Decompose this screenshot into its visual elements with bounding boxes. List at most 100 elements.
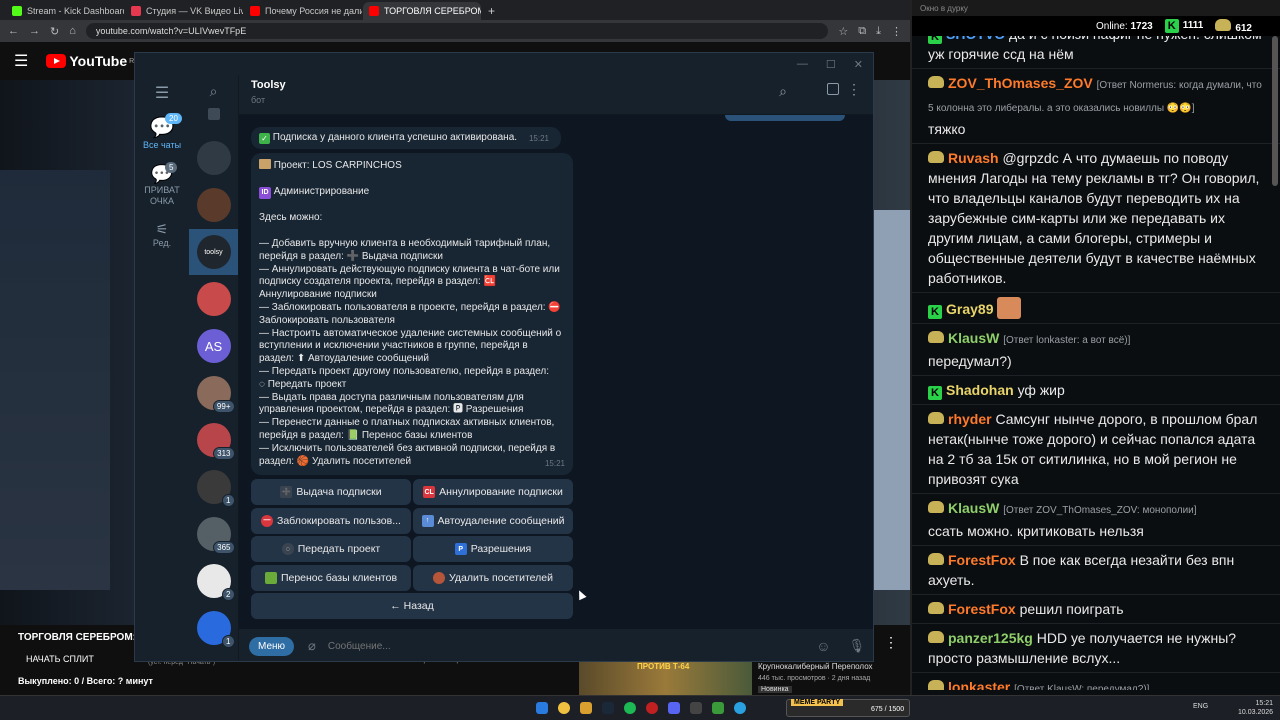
avatar: 365 — [196, 517, 235, 554]
chat-nickname[interactable]: Shadohan — [946, 382, 1014, 398]
app-icon[interactable] — [690, 702, 702, 714]
chat-nickname[interactable]: rhyder — [948, 411, 992, 427]
chat-list-item[interactable]: AS — [189, 323, 238, 369]
chat-nickname[interactable]: ForestFox — [948, 552, 1016, 568]
chat-nickname[interactable]: lonkaster — [948, 679, 1010, 690]
chat-nickname[interactable]: panzer125kg — [948, 630, 1033, 646]
paperclip-icon[interactable]: ⌀ — [308, 638, 316, 654]
discord-icon[interactable] — [668, 702, 680, 714]
chat-nickname[interactable]: KlausW — [948, 330, 999, 346]
inline-button-label: Удалить посетителей — [449, 571, 553, 584]
app-icon[interactable] — [712, 702, 724, 714]
home-icon[interactable]: ⌂ — [69, 25, 76, 37]
inline-button-p[interactable]: P Разрешения — [413, 536, 573, 562]
description-line: — Заблокировать пользователя в проекте, … — [259, 301, 561, 313]
chat-list-item[interactable] — [189, 135, 238, 181]
avatar: 2 — [196, 564, 235, 601]
folder-edit[interactable]: ⚟ Ред. — [135, 221, 189, 248]
chat-list-item[interactable]: 313 — [189, 417, 238, 463]
spotify-icon[interactable] — [624, 702, 636, 714]
app-icon[interactable] — [646, 702, 658, 714]
more-options-icon[interactable]: ⋮ — [884, 634, 898, 651]
close-icon[interactable]: ✕ — [854, 58, 863, 71]
chat-list-item[interactable] — [189, 182, 238, 228]
star-icon[interactable]: ☆ — [838, 25, 848, 38]
download-icon[interactable]: ⤓ — [876, 25, 881, 38]
chat-list-item[interactable]: 99+ — [189, 370, 238, 416]
chat-scrollbar[interactable] — [1272, 36, 1278, 186]
thumbnail-text: ПРОТИВ Т-64 — [637, 662, 690, 671]
inline-button-ball[interactable]: Удалить посетителей — [413, 564, 573, 591]
new-tab-icon[interactable]: + — [482, 4, 501, 20]
chat-list-item[interactable]: toolsy — [189, 229, 238, 275]
check-icon: ✓ — [259, 133, 270, 144]
inline-button-plus[interactable]: ➕ Выдача подписки — [251, 479, 411, 505]
folder-all-chats[interactable]: 💬 20 Все чаты — [135, 113, 189, 150]
menu-dots-icon[interactable]: ⋮ — [891, 25, 902, 38]
browser-tab-youtube-1[interactable]: Почему Россия не дали купи ✕ — [244, 2, 362, 20]
minimize-icon[interactable]: — — [797, 58, 808, 70]
online-stat: Online: 1723 — [1096, 21, 1153, 32]
chat-list-item[interactable]: 2 — [189, 558, 238, 604]
back-button[interactable]: ← Назад — [251, 593, 573, 619]
inline-button-book[interactable]: Перенос базы клиентов — [251, 564, 411, 591]
steam-icon[interactable] — [602, 702, 614, 714]
chat-list-item[interactable]: 1 — [189, 464, 238, 510]
chat-nickname[interactable]: Ruvash — [948, 150, 999, 166]
search-icon[interactable]: ⌕ — [189, 75, 238, 100]
description-line: Заблокировать пользователя — [259, 314, 395, 326]
explorer-icon[interactable] — [580, 702, 592, 714]
chat-title[interactable]: Toolsy — [251, 79, 286, 91]
folder-private[interactable]: 💬 5 ПРИВАТ ОЧКА — [135, 162, 189, 207]
back-arrow-icon[interactable]: ← — [8, 25, 19, 37]
start-split-button[interactable]: НАЧАТЬ СПЛИТ — [26, 654, 94, 664]
inline-button-no-entry[interactable]: — Заблокировать пользов... — [251, 507, 411, 534]
clock[interactable]: 15:21 10.03.2026 — [1238, 699, 1273, 717]
youtube-logo[interactable]: YouTube RU — [46, 53, 139, 69]
chrome-icon[interactable] — [558, 702, 570, 714]
inline-button-up-arrow[interactable]: ↑ Автоудаление сообщений — [413, 507, 573, 534]
chat-message: ForestFox В пое как всегда незайти без в… — [912, 546, 1280, 595]
description-line: Аннулирование подписки — [259, 289, 377, 301]
meme-party-widget[interactable]: MEME PARTY 675 / 1500 — [786, 699, 910, 717]
chat-nickname[interactable]: SHOTVO — [946, 36, 1005, 42]
browser-tab-youtube-active[interactable]: ТОРГОВЛЯ СЕРЕБРОМ: -135К ✕ — [363, 2, 481, 20]
reload-icon[interactable]: ↻ — [50, 25, 59, 38]
language-indicator[interactable]: ENG — [1193, 703, 1208, 710]
extensions-icon[interactable]: ⧉ — [858, 25, 866, 38]
inline-button-circle[interactable]: ◌ Передать проект — [251, 536, 411, 562]
message-input[interactable] — [327, 640, 817, 652]
description-line: раздел: 🏀 Удалить посетителей — [259, 455, 412, 467]
browser-tab-vk[interactable]: Студия — VK Видео Live ✕ — [125, 2, 243, 20]
emoji-icon[interactable]: ☺ — [816, 638, 830, 654]
chat-nickname[interactable]: Gray89 — [946, 301, 993, 317]
chat-text: уф жир — [1017, 382, 1065, 398]
inline-button-cl[interactable]: CL Аннулирование подписки — [413, 479, 573, 505]
hamburger-icon[interactable]: ☰ — [14, 51, 28, 71]
browser-tab-kick[interactable]: Stream - Kick Dashboard ✕ — [6, 2, 124, 20]
menu-button[interactable]: Меню — [249, 636, 295, 656]
telegram-icon[interactable] — [734, 702, 746, 714]
chat-header: Toolsy бот ⌕ ⋮ — [239, 75, 873, 115]
address-bar[interactable]: youtube.com/watch?v=ULIVwevTFpE — [85, 23, 829, 39]
folder-count: 20 — [165, 113, 182, 124]
chat-list-item[interactable]: 1 — [189, 605, 238, 651]
chat-nickname[interactable]: ZOV_ThOmases_ZOV — [948, 75, 1093, 91]
main-menu-icon[interactable]: ☰ — [135, 75, 189, 103]
chat-nickname[interactable]: KlausW — [948, 500, 999, 516]
start-icon[interactable] — [536, 702, 548, 714]
online-count: 1723 — [1130, 20, 1153, 32]
search-icon[interactable]: ⌕ — [779, 83, 787, 100]
recommended-thumbnail[interactable]: ПРОТИВ Т-64 — [579, 659, 752, 697]
tab-title: Почему Россия не дали купи — [265, 6, 362, 16]
recommended-title[interactable]: Крупнокалиберный Переполох — [758, 662, 873, 671]
archive-icon[interactable] — [189, 108, 238, 123]
chat-list-item[interactable]: 365 — [189, 511, 238, 557]
microphone-icon[interactable]: 🎙 — [848, 638, 865, 654]
sidebar-toggle-icon[interactable] — [827, 83, 839, 95]
chat-nickname[interactable]: ForestFox — [948, 601, 1016, 617]
maximize-icon[interactable]: ☐ — [826, 58, 836, 71]
more-menu-icon[interactable]: ⋮ — [847, 81, 861, 98]
forward-arrow-icon[interactable]: → — [29, 25, 40, 37]
chat-list-item[interactable] — [189, 276, 238, 322]
